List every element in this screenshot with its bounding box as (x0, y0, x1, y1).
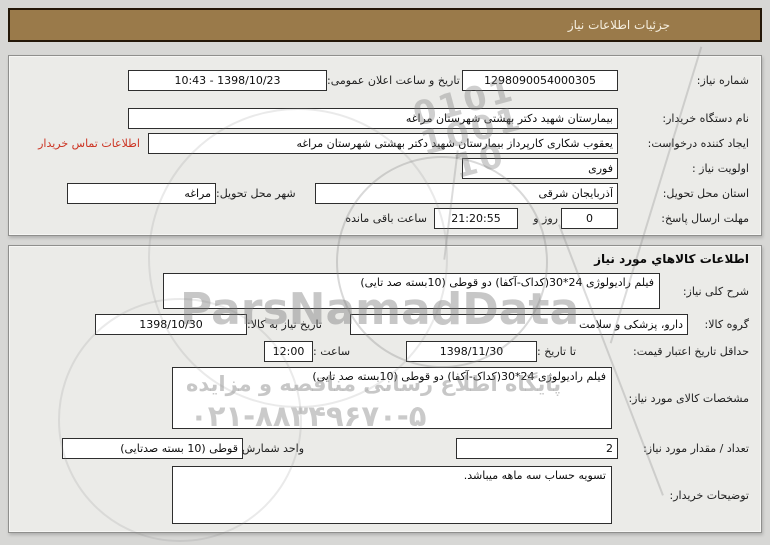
buyer-notes-label: توضیحات خریدار: (620, 489, 749, 502)
page-title: جزئیات اطلاعات نیاز (568, 18, 670, 32)
quantity-input[interactable] (456, 438, 618, 459)
price-validity-hour-input[interactable] (264, 341, 313, 362)
request-creator-label: ایجاد کننده درخواست: (618, 137, 749, 150)
goods-group-input[interactable] (350, 314, 688, 335)
specifications-label: مشخصات کالای مورد نیاز: (620, 392, 749, 405)
general-description-label: شرح کلی نیاز: (660, 285, 749, 298)
delivery-province-label: استان محل تحویل: (618, 187, 749, 200)
buyer-org-input[interactable] (128, 108, 618, 129)
quantity-row: تعداد / مقدار مورد نیاز: واحد شمارش: (21, 438, 749, 459)
buyer-contact-link[interactable]: اطلاعات تماس خریدار (38, 137, 140, 150)
delivery-location-row: استان محل تحویل: شهر محل تحویل: (21, 183, 749, 204)
general-description-textarea[interactable]: فیلم رادیولوژی 24*30(کداک-آکفا) دو قوطی … (163, 273, 660, 309)
deadline-days-input[interactable] (561, 208, 618, 229)
delivery-city-label: شهر محل تحویل: (216, 187, 315, 200)
count-unit-input[interactable] (62, 438, 243, 459)
deadline-time-input[interactable] (434, 208, 518, 229)
buyer-org-row: نام دستگاه خریدار: (21, 108, 749, 129)
price-validity-label: حداقل تاریخ اعتبار قیمت: (596, 345, 749, 358)
count-unit-label: واحد شمارش: (245, 442, 304, 455)
priority-input[interactable] (462, 158, 618, 179)
delivery-province-input[interactable] (315, 183, 618, 204)
deadline-days-suffix: روز و (520, 212, 558, 225)
need-number-label: شماره نیاز: (618, 74, 749, 87)
specifications-textarea[interactable]: فیلم رادیولوژی 24*30(کداک-آکفا) دو قوطی … (172, 367, 612, 429)
request-creator-row: ایجاد کننده درخواست: اطلاعات تماس خریدار (21, 133, 749, 154)
need-date-label: تاریخ نیاز به کالا: (247, 318, 350, 331)
goods-section-header: اطلاعات کالاهاي مورد نیاز (21, 252, 749, 270)
buyer-notes-textarea[interactable]: تسویه حساب سه ماهه میباشد. (172, 466, 612, 524)
goods-info-panel: اطلاعات کالاهاي مورد نیاز شرح کلی نیاز: … (8, 245, 762, 533)
announce-datetime-label: تاریخ و ساعت اعلان عمومی: (327, 74, 462, 87)
request-info-panel: شماره نیاز: تاریخ و ساعت اعلان عمومی: نا… (8, 55, 762, 236)
goods-group-label: گروه کالا: (688, 318, 749, 331)
goods-group-row: گروه کالا: تاریخ نیاز به کالا: (21, 314, 749, 335)
quantity-label: تعداد / مقدار مورد نیاز: (620, 442, 749, 455)
general-description-row: شرح کلی نیاز: فیلم رادیولوژی 24*30(کداک-… (21, 273, 749, 309)
delivery-city-input[interactable] (67, 183, 216, 204)
response-deadline-label: مهلت ارسال پاسخ: (618, 212, 749, 225)
priority-row: اولویت نیاز : (21, 158, 749, 179)
price-validity-date-input[interactable] (406, 341, 537, 362)
price-validity-hour-label: ساعت : (313, 345, 364, 358)
announce-datetime-input[interactable] (128, 70, 327, 91)
tender-detail-page: { "colors": { "accent_brown": "#9a7a4a",… (0, 0, 770, 545)
buyer-org-label: نام دستگاه خریدار: (618, 112, 749, 125)
need-date-input[interactable] (95, 314, 247, 335)
deadline-time-suffix: ساعت باقی مانده (345, 212, 427, 225)
price-validity-row: حداقل تاریخ اعتبار قیمت: تا تاریخ : ساعت… (21, 341, 749, 362)
need-number-row: شماره نیاز: تاریخ و ساعت اعلان عمومی: (21, 70, 749, 91)
priority-label: اولویت نیاز : (618, 162, 749, 175)
page-title-bar: جزئیات اطلاعات نیاز (8, 8, 762, 42)
specifications-row: مشخصات کالای مورد نیاز: فیلم رادیولوژی 2… (21, 367, 749, 429)
buyer-notes-row: توضیحات خریدار: تسویه حساب سه ماهه میباش… (21, 466, 749, 524)
response-deadline-row: مهلت ارسال پاسخ: روز و ساعت باقی مانده (21, 208, 749, 229)
request-creator-input[interactable] (148, 133, 618, 154)
need-number-input[interactable] (462, 70, 618, 91)
price-validity-until-label: تا تاریخ : (537, 345, 596, 358)
